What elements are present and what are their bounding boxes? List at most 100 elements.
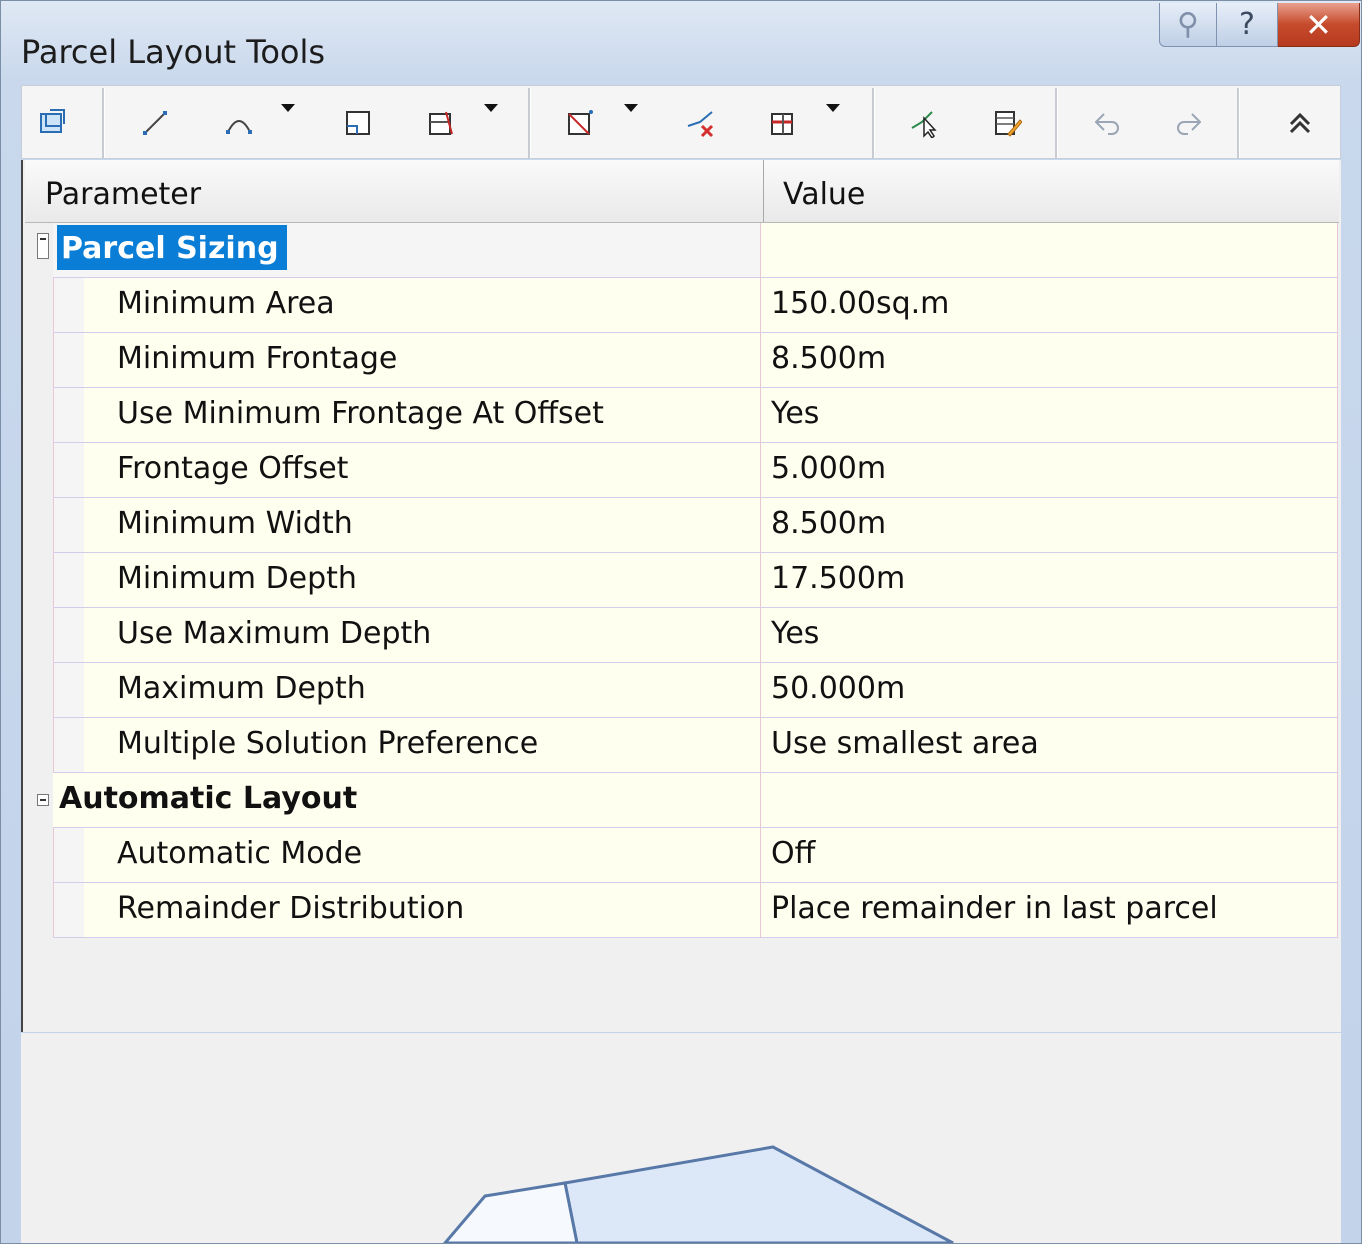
value-cell[interactable]: 50.000m [761, 663, 1338, 718]
value-cell[interactable]: Yes [761, 608, 1338, 663]
parameter-label: Use Minimum Frontage At Offset [117, 396, 604, 431]
row-gutter [23, 443, 53, 498]
row-indent [53, 608, 84, 662]
row-indent [53, 663, 84, 717]
parameter-grid: Parameter Value Parcel Sizing Minimum Ar… [21, 160, 1341, 1032]
property-row[interactable]: Minimum Width 8.500m [23, 498, 1339, 553]
collapse-toggle-icon[interactable] [37, 794, 49, 806]
drawing-area[interactable] [21, 1033, 1341, 1243]
toolbar [21, 85, 1341, 159]
row-gutter [23, 828, 53, 883]
property-row[interactable]: Multiple Solution Preference Use smalles… [23, 718, 1339, 773]
edit-properties-button[interactable] [986, 102, 1028, 144]
property-row[interactable]: Maximum Depth 50.000m [23, 663, 1339, 718]
parameter-cell: Use Minimum Frontage At Offset [53, 388, 761, 443]
property-row[interactable]: Minimum Area 150.00sq.m [23, 278, 1339, 333]
swing-line-button[interactable] [559, 102, 601, 144]
property-row[interactable]: Minimum Depth 17.500m [23, 553, 1339, 608]
parameter-label: Remainder Distribution [117, 891, 465, 926]
parameter-cell: Minimum Width [53, 498, 761, 553]
parameter-label: Minimum Depth [117, 561, 357, 596]
parcel-preview [443, 1145, 954, 1243]
category-label: Automatic Layout [59, 781, 358, 816]
toolbar-separator [872, 88, 875, 158]
row-gutter [23, 278, 53, 333]
value-cell[interactable]: 5.000m [761, 443, 1338, 498]
row-gutter [23, 883, 53, 938]
value-cell[interactable]: Yes [761, 388, 1338, 443]
value-cell[interactable]: 8.500m [761, 498, 1338, 553]
delete-dropdown-arrow[interactable] [826, 104, 840, 112]
swing-line-dropdown-arrow[interactable] [624, 104, 638, 112]
collapse-toggle-icon[interactable] [37, 233, 49, 259]
parameter-label: Minimum Width [117, 506, 353, 541]
parcel-shape-small[interactable] [443, 1181, 579, 1243]
toolbar-separator [1055, 88, 1058, 158]
row-gutter [23, 608, 53, 663]
value-cell[interactable]: Use smallest area [761, 718, 1338, 773]
row-indent [53, 718, 84, 772]
category-label-cell: Automatic Layout [53, 773, 761, 828]
delete-sub-entity-icon [771, 113, 793, 135]
property-row[interactable]: Frontage Offset 5.000m [23, 443, 1339, 498]
slide-line-button[interactable] [420, 102, 462, 144]
help-button[interactable]: ? [1217, 3, 1278, 47]
redo-button[interactable] [1168, 102, 1210, 144]
value-cell[interactable]: 8.500m [761, 333, 1338, 388]
parameter-value: 8.500m [771, 341, 887, 376]
parcel-tool-button[interactable] [337, 102, 379, 144]
parameter-column-header[interactable]: Parameter [45, 160, 201, 222]
parameter-value: 150.00sq.m [771, 286, 950, 321]
column-divider[interactable] [763, 160, 764, 222]
parameter-value: Off [771, 836, 816, 871]
close-button[interactable]: ✕ [1278, 3, 1360, 47]
toolbar-separator [528, 88, 531, 158]
value-cell[interactable]: Place remainder in last parcel [761, 883, 1338, 938]
row-indent [53, 388, 84, 442]
collapse-button[interactable] [1279, 102, 1321, 144]
property-row[interactable]: Automatic Mode Off [23, 828, 1339, 883]
category-row-parcel-sizing[interactable]: Parcel Sizing [23, 223, 1339, 278]
arc-dropdown-arrow[interactable] [281, 104, 295, 112]
parameter-label: Use Maximum Depth [117, 616, 432, 651]
parameter-cell: Frontage Offset [53, 443, 761, 498]
row-indent [53, 553, 84, 607]
row-gutter [23, 388, 53, 443]
row-gutter [23, 333, 53, 388]
delete-vertex-button[interactable] [680, 102, 722, 144]
row-indent [53, 278, 84, 332]
parameter-label: Maximum Depth [117, 671, 366, 706]
window-title: Parcel Layout Tools [21, 33, 326, 71]
row-indent [53, 333, 84, 387]
swing-line-icon [568, 110, 593, 135]
value-column-header[interactable]: Value [783, 160, 865, 222]
property-row[interactable]: Use Maximum Depth Yes [23, 608, 1339, 663]
undo-button[interactable] [1086, 102, 1128, 144]
edit-properties-icon [995, 111, 1022, 137]
arc-tool-button[interactable] [218, 102, 260, 144]
parcel-shape-large[interactable] [563, 1145, 954, 1243]
property-row[interactable]: Remainder Distribution Place remainder i… [23, 883, 1339, 938]
value-cell[interactable]: 17.500m [761, 553, 1338, 608]
close-icon: ✕ [1305, 5, 1332, 44]
grid-rows: Parcel Sizing Minimum Area 150.00sq.m Mi… [23, 223, 1339, 938]
pick-sub-entity-icon [911, 111, 937, 138]
parameter-cell: Minimum Depth [53, 553, 761, 608]
pin-button[interactable]: ⚲ [1159, 3, 1217, 47]
slide-line-icon [429, 111, 453, 135]
parameter-label: Minimum Frontage [117, 341, 398, 376]
value-cell[interactable]: 150.00sq.m [761, 278, 1338, 333]
row-gutter [23, 663, 53, 718]
category-row-automatic-layout[interactable]: Automatic Layout [23, 773, 1339, 828]
select-lot-button[interactable] [32, 102, 74, 144]
property-row[interactable]: Use Minimum Frontage At Offset Yes [23, 388, 1339, 443]
line-tool-button[interactable] [134, 102, 176, 144]
pick-sub-entity-button[interactable] [904, 102, 946, 144]
pin-icon: ⚲ [1177, 7, 1199, 42]
delete-vertex-icon [687, 111, 714, 138]
slide-line-dropdown-arrow[interactable] [484, 104, 498, 112]
property-row[interactable]: Minimum Frontage 8.500m [23, 333, 1339, 388]
value-cell[interactable]: Off [761, 828, 1338, 883]
row-indent [53, 828, 84, 882]
delete-sub-entity-button[interactable] [763, 102, 805, 144]
